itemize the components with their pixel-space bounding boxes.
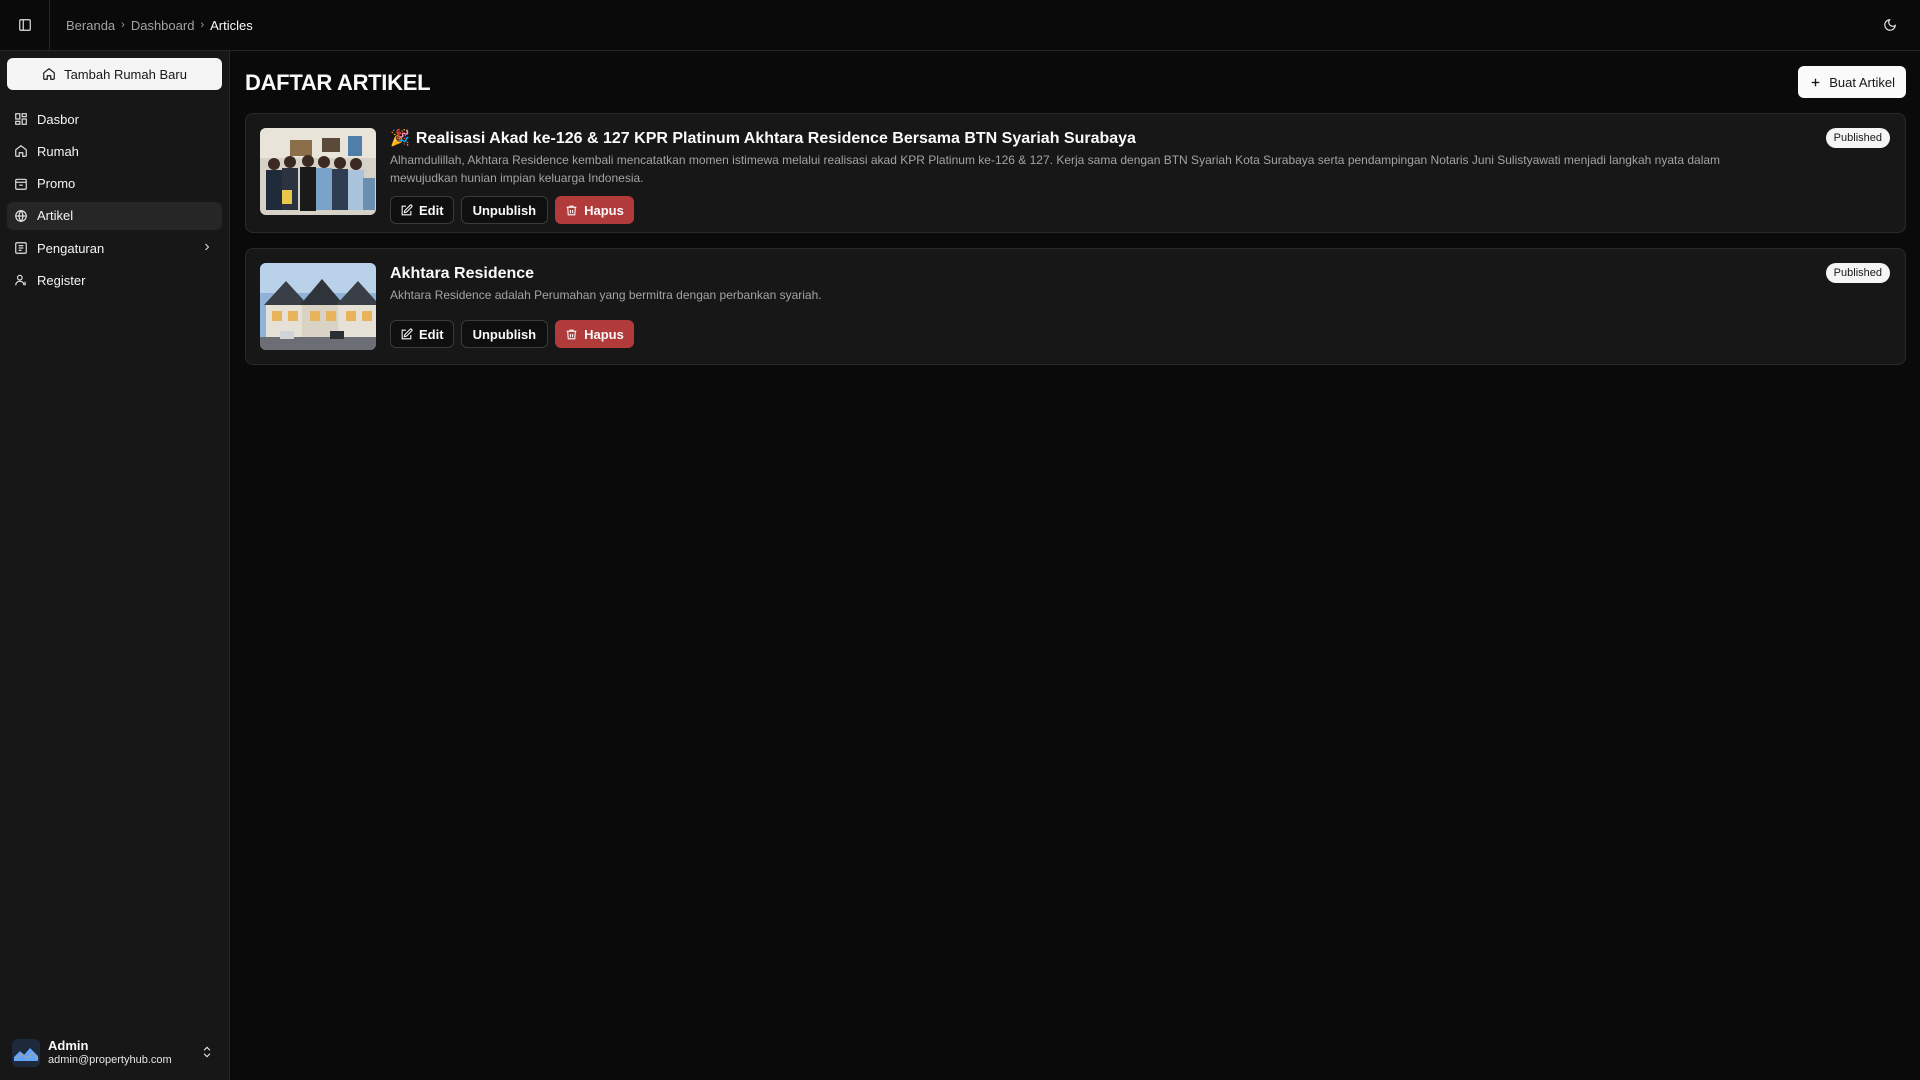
sidebar-item-dasbor[interactable]: Dasbor (7, 105, 222, 133)
edit-button[interactable]: Edit (390, 320, 454, 348)
breadcrumb-beranda[interactable]: Beranda (66, 18, 115, 33)
article-description: Alhamdulillah, Akhtara Residence kembali… (390, 153, 1721, 185)
status-badge: Published (1825, 263, 1890, 283)
chevrons-up-down-icon (203, 1046, 211, 1058)
breadcrumb: Beranda › Dashboard › Articles (66, 18, 253, 33)
chevron-right-icon (205, 243, 210, 251)
unpublish-label: Unpublish (472, 326, 537, 342)
article-title: Realisasi Akad ke-126 & 127 KPR Platinum… (415, 130, 1136, 147)
add-house-button[interactable]: Tambah Rumah Baru (7, 58, 222, 90)
sidebar-toggle-icon (18, 19, 31, 31)
unpublish-label: Unpublish (472, 202, 537, 218)
status-badge: Published (1825, 128, 1890, 148)
sidebar: Tambah Rumah Baru Dasbor Rumah Promo Art… (0, 51, 230, 1080)
sidebar-item-label: Register (37, 272, 86, 288)
page-title: DAFTAR ARTIKEL (245, 70, 431, 95)
sidebar-item-promo[interactable]: Promo (7, 170, 222, 198)
edit-icon (401, 327, 413, 339)
sidebar-item-label: Dasbor (37, 111, 79, 127)
sidebar-item-register[interactable]: Register (7, 266, 222, 294)
top-bar: Beranda › Dashboard › Articles (0, 0, 1920, 51)
home-icon (15, 145, 27, 158)
edit-label: Edit (419, 202, 444, 218)
delete-label: Hapus (584, 326, 624, 342)
sidebar-item-label: Rumah (37, 143, 79, 159)
edit-button[interactable]: Edit (390, 196, 454, 224)
article-thumbnail (260, 263, 376, 350)
user-name: Admin (48, 1038, 89, 1053)
settings-icon (15, 242, 27, 255)
promo-icon (15, 178, 27, 190)
delete-button[interactable]: Hapus (555, 320, 634, 348)
sidebar-item-label: Artikel (37, 208, 74, 224)
sidebar-item-pengaturan[interactable]: Pengaturan (7, 234, 222, 262)
dashboard-icon (15, 113, 27, 125)
trash-icon (566, 205, 577, 215)
delete-button[interactable]: Hapus (555, 196, 634, 224)
edit-icon (401, 203, 413, 215)
party-icon: 🎉 (390, 130, 410, 147)
sidebar-item-artikel[interactable]: Artikel (7, 201, 222, 230)
user-icon (15, 275, 26, 286)
unpublish-button[interactable]: Unpublish (460, 320, 549, 348)
user-menu[interactable]: Admin admin@propertyhub.com (12, 1036, 218, 1070)
sidebar-nav: Dasbor Rumah Promo Artikel Pengaturan Re… (7, 105, 222, 299)
sidebar-item-rumah[interactable]: Rumah (7, 137, 222, 165)
plus-icon (1811, 78, 1820, 86)
chevron-right-icon: › (200, 19, 205, 31)
trash-icon (566, 329, 577, 339)
article-card: 🎉 Realisasi Akad ke-126 & 127 KPR Platin… (245, 113, 1906, 233)
add-house-label: Tambah Rumah Baru (64, 66, 187, 82)
home-icon (43, 68, 55, 80)
article-description: Akhtara Residence adalah Perumahan yang … (390, 288, 822, 302)
chevron-right-icon: › (121, 19, 125, 31)
globe-icon (15, 209, 27, 223)
article-list: 🎉 Realisasi Akad ke-126 & 127 KPR Platin… (245, 113, 1906, 380)
article-thumbnail (260, 128, 376, 215)
avatar (12, 1039, 40, 1067)
article-title: Akhtara Residence (390, 265, 535, 282)
delete-label: Hapus (584, 202, 624, 218)
create-article-button[interactable]: Buat Artikel (1798, 66, 1906, 98)
article-card: Akhtara Residence Akhtara Residence adal… (245, 248, 1906, 365)
sidebar-toggle-button[interactable] (0, 0, 50, 50)
sidebar-item-label: Pengaturan (37, 240, 105, 256)
moon-icon (1884, 19, 1896, 31)
edit-label: Edit (419, 326, 444, 342)
unpublish-button[interactable]: Unpublish (460, 196, 549, 224)
create-article-label: Buat Artikel (1829, 74, 1895, 90)
theme-toggle-button[interactable] (1874, 9, 1906, 41)
sidebar-item-label: Promo (37, 176, 76, 192)
breadcrumb-current: Articles (210, 17, 253, 33)
user-email: admin@propertyhub.com (48, 1054, 172, 1066)
breadcrumb-dashboard[interactable]: Dashboard (131, 18, 195, 33)
